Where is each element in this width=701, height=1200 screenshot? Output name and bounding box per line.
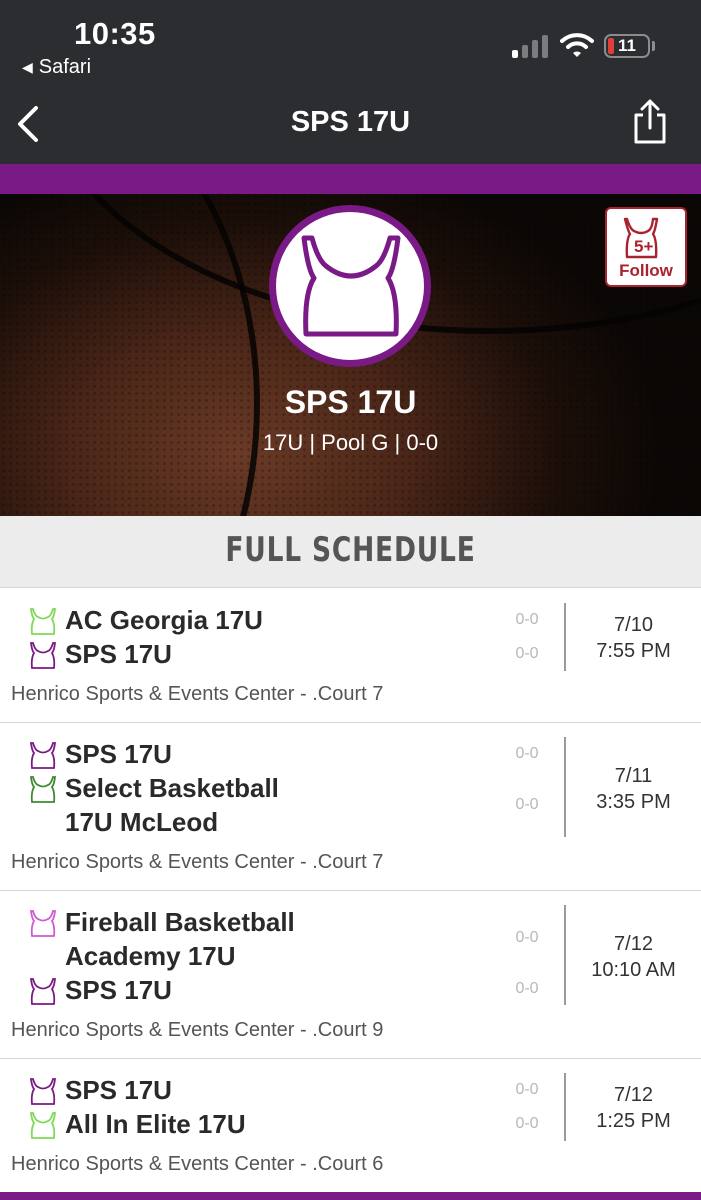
follow-badge: 5+ [634,237,653,256]
game-time: 10:10 AM [591,959,676,981]
team-header: SPS 17U 17U | Pool G | 0-0 5+ Follow [0,194,701,516]
schedule-title: FULL SCHEDULE [225,530,476,570]
team-score: 0-0 [515,929,539,946]
team-name: SPS 17U [65,639,172,669]
game-team[interactable]: All In Elite 17U [30,1107,246,1141]
top-bar: 10:35 ◀ Safari 11 SPS 17U [0,0,701,164]
team-name: SPS 17U [65,1075,172,1105]
game-team[interactable]: Fireball Basketball Academy 17U [30,905,320,973]
jersey-purple-icon [30,742,56,769]
share-icon[interactable] [630,98,670,146]
battery-icon: 11 [604,34,650,58]
jersey-light-green-icon [30,608,56,635]
game-venue: Henrico Sports & Events Center - .Court … [11,851,384,873]
schedule-header: FULL SCHEDULE [0,516,701,588]
back-to-app-link[interactable]: ◀ Safari [22,56,91,79]
game-row[interactable]: AC Georgia 17U SPS 17U 0-0 0-0 7/10 7:55… [0,589,701,723]
game-venue: Henrico Sports & Events Center - .Court … [11,683,384,705]
game-time: 3:35 PM [596,791,671,813]
status-time: 10:35 [74,16,156,51]
game-row[interactable]: SPS 17U All In Elite 17U 0-0 0-0 7/12 1:… [0,1059,701,1192]
team-name: SPS 17U [284,384,417,420]
team-score: 0-0 [515,980,539,997]
jersey-purple-icon [30,1078,56,1105]
page-title: SPS 17U [290,106,411,138]
team-score: 0-0 [515,1115,539,1132]
game-date: 7/10 [614,614,653,636]
follow-jersey-icon: 5+ [623,217,659,259]
team-name: SPS 17U [65,739,172,769]
follow-button[interactable]: 5+ Follow [605,207,687,287]
team-info: 17U | Pool G | 0-0 [262,430,439,455]
game-date: 7/11 [614,765,653,787]
team-score: 0-0 [515,745,539,762]
game-team[interactable]: Select Basketball 17U McLeod [30,771,310,839]
game-team[interactable]: SPS 17U [30,1073,172,1107]
team-logo [269,205,431,367]
game-team[interactable]: SPS 17U [30,637,172,671]
jersey-dark-green-icon [30,776,56,803]
wifi-icon [560,33,594,57]
back-app-label: Safari [38,56,92,78]
team-name: Fireball Basketball Academy 17U [65,907,295,971]
team-name: Select Basketball 17U McLeod [65,773,279,837]
cellular-signal-icon [512,34,548,58]
game-row[interactable]: Fireball Basketball Academy 17U SPS 17U … [0,891,701,1059]
team-score: 0-0 [515,796,539,813]
game-team[interactable]: SPS 17U [30,973,172,1007]
game-time: 1:25 PM [596,1110,671,1132]
jersey-logo-icon [301,235,401,337]
jersey-purple-icon [30,642,56,669]
bottom-accent-strip [0,1192,701,1200]
jersey-purple-icon [30,978,56,1005]
team-name: AC Georgia 17U [65,605,263,635]
back-triangle-icon: ◀ [22,59,33,75]
game-team[interactable]: AC Georgia 17U [30,603,263,637]
team-name: All In Elite 17U [65,1109,246,1139]
jersey-pink-icon [30,910,56,937]
accent-strip [0,164,701,194]
battery-level: 11 [618,36,636,55]
team-score: 0-0 [515,1081,539,1098]
team-name: SPS 17U [65,975,172,1005]
team-score: 0-0 [515,611,539,628]
game-date: 7/12 [614,933,653,955]
game-venue: Henrico Sports & Events Center - .Court … [11,1153,384,1175]
game-team[interactable]: SPS 17U [30,737,172,771]
team-score: 0-0 [515,645,539,662]
game-row[interactable]: SPS 17U Select Basketball 17U McLeod 0-0… [0,723,701,891]
game-time: 7:55 PM [596,640,671,662]
game-venue: Henrico Sports & Events Center - .Court … [11,1019,384,1041]
game-date: 7/12 [614,1084,653,1106]
follow-label: Follow [619,261,673,280]
jersey-light-green-icon [30,1112,56,1139]
